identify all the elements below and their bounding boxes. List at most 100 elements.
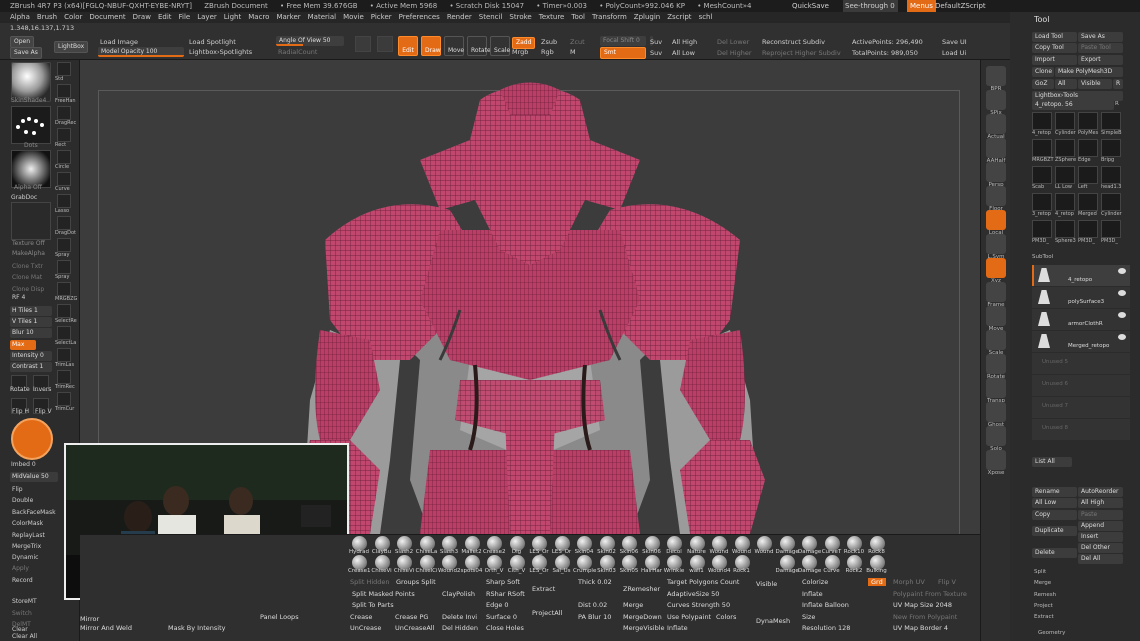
crease-pg-button[interactable]: Crease PG [395, 613, 428, 621]
move-button[interactable]: Move [444, 36, 464, 56]
mirror-and-weld-button[interactable]: Mirror And Weld [80, 624, 132, 632]
load-image-button[interactable]: Load Image [100, 38, 138, 46]
duplicate-button[interactable]: Duplicate [1032, 526, 1077, 536]
tool-thumb-icon[interactable] [1032, 220, 1052, 238]
lasso-icon[interactable] [57, 194, 71, 208]
load-spotlight-button[interactable]: Load Spotlight [189, 38, 236, 46]
split-hidden-button[interactable]: Split Hidden [350, 578, 390, 586]
del-higher-button[interactable]: Del Higher [717, 49, 752, 57]
r-label[interactable]: R [1115, 101, 1119, 107]
subtool-row[interactable]: Unused 5 [1032, 353, 1130, 374]
curves-strength-slider[interactable]: Curves Strength 50 [667, 601, 730, 609]
menu-item-render[interactable]: Render [447, 13, 472, 21]
current-tool-slider[interactable]: 4_retopo. 56 [1032, 100, 1114, 110]
list-all-button[interactable]: List All [1032, 457, 1072, 467]
selectla-icon[interactable] [57, 326, 71, 340]
size-slider[interactable]: Size [802, 613, 815, 621]
extract-button[interactable]: Extract [532, 585, 555, 593]
switch-button[interactable]: Switch [12, 610, 32, 617]
lightbox-spotlights-button[interactable]: Lightbox›Spotlights [189, 48, 252, 56]
dragrec-icon[interactable] [57, 106, 71, 120]
menu-item-stroke[interactable]: Stroke [509, 13, 531, 21]
dist-slider[interactable]: Dist 0.02 [578, 601, 607, 609]
all-low-button[interactable]: All Low [672, 49, 695, 57]
del-hidden-button[interactable]: Del Hidden [442, 624, 478, 632]
eye-icon[interactable] [1118, 290, 1126, 296]
make-alpha-button[interactable]: MakeAlpha [12, 250, 45, 257]
m-button[interactable]: M [570, 48, 576, 56]
menu-item-light[interactable]: Light [224, 13, 241, 21]
uv-map-size-slider[interactable]: UV Map Size 2048 [893, 601, 952, 609]
zremesher-button[interactable]: ZRemesher [623, 585, 660, 593]
clone-disp-button[interactable]: Clone Disp [12, 286, 44, 293]
mask-by-intensity-button[interactable]: Mask By Intensity [168, 624, 225, 632]
delete-button[interactable]: Delete [1032, 548, 1077, 558]
menu-item-marker[interactable]: Marker [276, 13, 300, 21]
menu-item-macro[interactable]: Macro [248, 13, 269, 21]
shadowbox-icon[interactable] [355, 36, 371, 52]
zcut-button[interactable]: Zcut [570, 38, 585, 46]
clone-mat-button[interactable]: Clone Mat [12, 274, 42, 281]
extract-header[interactable]: Extract [1034, 614, 1054, 620]
claypolish-button[interactable]: ClayPolish [442, 590, 475, 598]
menu-item-alpha[interactable]: Alpha [10, 13, 30, 21]
trimrec-icon[interactable] [57, 370, 71, 384]
subtool-header[interactable]: SubTool [1032, 254, 1053, 260]
rotate-button[interactable]: Scale [490, 36, 510, 56]
goz-button[interactable]: GoZ [1032, 79, 1054, 89]
tool-thumb-icon[interactable] [1078, 166, 1098, 184]
copy-subtool-button[interactable]: Copy [1032, 510, 1077, 520]
copy-tool-button[interactable]: Copy Tool [1032, 43, 1077, 53]
groups-split-button[interactable]: Groups Split [396, 578, 436, 586]
tool-thumb-icon[interactable] [1101, 193, 1121, 211]
clone-txtr-button[interactable]: Clone Txtr [12, 263, 43, 270]
uncrease-button[interactable]: UnCrease [350, 624, 381, 632]
menu-item-document[interactable]: Document [89, 13, 125, 21]
flip-button[interactable]: Flip [12, 486, 23, 493]
menus-button[interactable]: Menus [907, 0, 936, 12]
mergevisible-button[interactable]: MergeVisible [623, 624, 665, 632]
polypaint-from-texture-button[interactable]: Polypaint From Texture [893, 590, 967, 598]
sharp-soft-slider[interactable]: Sharp Soft [486, 578, 520, 586]
scale-button[interactable]: Rotate [467, 36, 491, 56]
save-as-button[interactable]: Save As [10, 47, 42, 59]
aahalf-icon[interactable] [986, 138, 1006, 158]
ghost-icon[interactable] [986, 402, 1006, 422]
spray-icon[interactable] [57, 260, 71, 274]
dynamesh-button[interactable]: DynaMesh [756, 617, 790, 625]
rshar-rsoft-slider[interactable]: RShar RSoft [486, 590, 525, 598]
smt-button[interactable]: Smt [600, 47, 646, 59]
mirror-button[interactable]: Mirror [80, 615, 99, 623]
tool-thumb-icon[interactable] [1032, 112, 1052, 130]
morph-uv-button[interactable]: Morph UV [893, 578, 925, 586]
xpose-icon[interactable] [986, 450, 1006, 470]
flip-v-bottom-button[interactable]: Flip V [938, 578, 956, 586]
tool-thumb-icon[interactable] [1078, 193, 1098, 211]
eye-icon[interactable] [1118, 268, 1126, 274]
subtool-row[interactable]: Unused 8 [1032, 419, 1130, 440]
del-lower-button[interactable]: Del Lower [717, 38, 749, 46]
menu-item-zscript[interactable]: Zscript [667, 13, 691, 21]
import-button[interactable]: Import [1032, 55, 1077, 65]
inflate-slider[interactable]: Inflate [667, 624, 688, 632]
menu-item-schl[interactable]: schl [699, 13, 713, 21]
frame-icon[interactable] [986, 282, 1006, 302]
menu-item-tool[interactable]: Tool [571, 13, 585, 21]
tool-thumb-icon[interactable] [1101, 166, 1121, 184]
visible-button[interactable]: Visible [1078, 79, 1112, 89]
tool-thumb-icon[interactable] [1078, 139, 1098, 157]
rename-button[interactable]: Rename [1032, 487, 1077, 497]
menu-item-movie[interactable]: Movie [343, 13, 364, 21]
split-to-parts-button[interactable]: Split To Parts [352, 601, 394, 609]
record-button[interactable]: Record [12, 577, 33, 584]
surface-slider[interactable]: Surface 0 [486, 613, 517, 621]
defaultzscript-button[interactable]: DefaultZScript [935, 0, 986, 12]
rect-icon[interactable] [57, 128, 71, 142]
save-ui-button[interactable]: Save UI [942, 38, 967, 46]
project-header[interactable]: Project [1034, 603, 1053, 609]
menu-item-stencil[interactable]: Stencil [479, 13, 503, 21]
grd-button[interactable]: Grd [868, 578, 886, 586]
tool-thumb-icon[interactable] [1078, 220, 1098, 238]
split-header[interactable]: Split [1034, 569, 1046, 575]
mergedown-button[interactable]: MergeDown [623, 613, 662, 621]
